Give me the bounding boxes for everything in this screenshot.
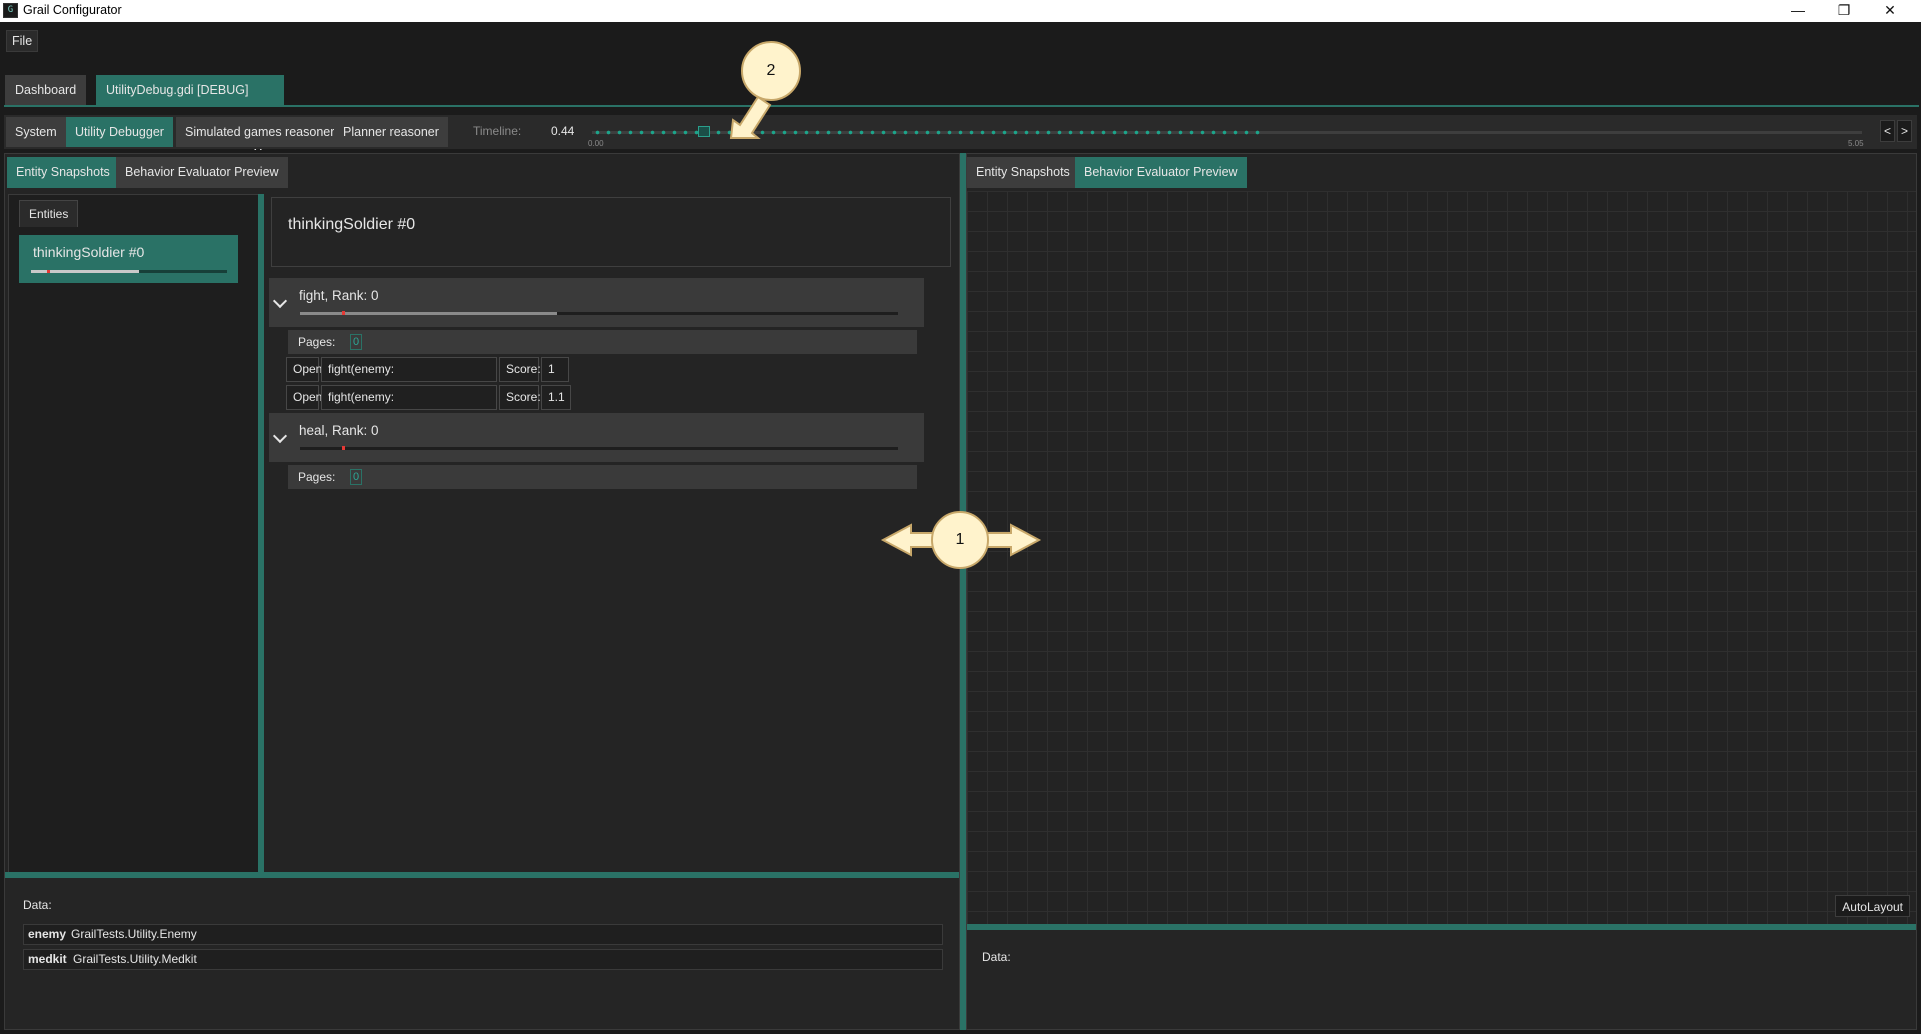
data-panel-left: Data: enemy GrailTests.Utility.Enemy med… xyxy=(5,872,959,1029)
behavior-score-marker xyxy=(341,311,345,315)
right-pane: Entity Snapshots Behavior Evaluator Prev… xyxy=(966,153,1917,1030)
open-button[interactable]: Open xyxy=(286,385,322,410)
chevron-down-icon[interactable] xyxy=(272,428,288,444)
data-row: enemy GrailTests.Utility.Enemy xyxy=(23,924,943,945)
tab-utility-debugger[interactable]: Utility Debugger xyxy=(66,117,173,147)
timeline-keyframes xyxy=(592,130,1262,135)
pages-label: Pages: xyxy=(298,335,336,349)
timeline-label: Timeline: xyxy=(473,124,522,138)
evaluation-signature: fight(enemy: GrailTests.Utility.Enemy ) xyxy=(321,357,497,399)
pages-bar-fight: Pages: 0 xyxy=(288,330,917,354)
tab-behavior-preview-right[interactable]: Behavior Evaluator Preview xyxy=(1075,157,1247,188)
tab-system[interactable]: System xyxy=(6,117,66,147)
behavior-label: heal, Rank: 0 xyxy=(299,423,379,438)
behavior-score-bar xyxy=(300,446,898,450)
callout-1: 1 xyxy=(931,511,989,569)
behavior-score-marker xyxy=(341,446,345,450)
tab-entities[interactable]: Entities xyxy=(19,200,79,227)
menu-bar: File xyxy=(0,22,1921,60)
timeline-next-button[interactable]: > xyxy=(1897,120,1912,142)
toolbar: System Utility Debugger Simulated games … xyxy=(4,115,1917,149)
pages-label: Pages: xyxy=(298,470,336,484)
close-window-button[interactable]: ✕ xyxy=(1867,0,1913,22)
data-splitter-left[interactable] xyxy=(5,872,959,878)
entity-progress-bar xyxy=(31,270,227,273)
window-title: Grail Configurator xyxy=(23,3,122,17)
data-label: Data: xyxy=(23,898,52,912)
entity-list-item[interactable]: thinkingSoldier #0 xyxy=(19,235,238,283)
tab-utility-debug[interactable]: UtilityDebug.gdi [DEBUG] xyxy=(96,75,285,105)
behavior-score-bar xyxy=(300,311,898,315)
score-label: Score: xyxy=(499,357,541,382)
minimize-button[interactable]: — xyxy=(1775,0,1821,22)
timeline-max: 5.05 xyxy=(1848,139,1864,148)
entity-header: thinkingSoldier #0 xyxy=(271,197,951,267)
data-value: GrailTests.Utility.Medkit xyxy=(73,952,197,966)
chevron-down-icon[interactable] xyxy=(272,293,288,309)
behavior-label: fight, Rank: 0 xyxy=(299,288,379,303)
timeline-prev-button[interactable]: < xyxy=(1880,120,1895,142)
timeline-min: 0.00 xyxy=(588,139,604,148)
restore-button[interactable]: ❐ xyxy=(1821,0,1867,22)
entity-details-title: thinkingSoldier #0 xyxy=(288,216,416,233)
evaluation-signature: fight(enemy: GrailTests.Utility.Enemy ) xyxy=(321,385,497,427)
menu-file[interactable]: File xyxy=(6,30,39,52)
data-key: enemy xyxy=(28,927,67,941)
score-value: 1 xyxy=(541,357,569,382)
autolayout-button[interactable]: AutoLayout xyxy=(1835,895,1910,917)
tab-simulated-games-reasoner[interactable]: Simulated games reasoner xyxy=(176,117,344,147)
tab-entity-snapshots-right[interactable]: Entity Snapshots xyxy=(967,157,1079,188)
data-label: Data: xyxy=(982,950,1011,964)
entity-progress-marker xyxy=(46,270,50,273)
score-label: Score: xyxy=(499,385,541,410)
tab-entity-snapshots-left[interactable]: Entity Snapshots xyxy=(7,157,119,188)
open-button[interactable]: Open xyxy=(286,357,322,382)
tab-utility-debug-label: UtilityDebug.gdi [DEBUG] xyxy=(106,83,249,97)
tab-planner-reasoner[interactable]: Planner reasoner xyxy=(334,117,448,147)
page-button[interactable]: 0 xyxy=(350,334,363,350)
callout-2: 2 xyxy=(741,41,801,101)
doc-tabs-underline xyxy=(4,105,1919,107)
score-value: 1.1 xyxy=(541,385,571,410)
entity-name: thinkingSoldier #0 xyxy=(33,244,145,260)
data-value: GrailTests.Utility.Enemy xyxy=(71,927,197,941)
data-key: medkit xyxy=(28,952,67,966)
timeline-value: 0.44 xyxy=(551,124,575,138)
tab-behavior-preview-left[interactable]: Behavior Evaluator Preview xyxy=(116,157,288,188)
data-panel-right: Data: xyxy=(967,924,1916,1029)
title-bar: G Grail Configurator — ❐ ✕ xyxy=(0,0,1921,22)
document-tabs: Dashboard UtilityDebug.gdi [DEBUG] X xyxy=(0,60,1921,156)
behavior-score-fill xyxy=(300,312,558,315)
behavior-header-heal[interactable]: heal, Rank: 0 xyxy=(269,413,924,462)
timeline-handle[interactable] xyxy=(698,126,710,137)
behavior-graph-canvas[interactable] xyxy=(967,191,1916,924)
page-button[interactable]: 0 xyxy=(350,469,363,485)
pages-bar-heal: Pages: 0 xyxy=(288,465,917,489)
data-row: medkit GrailTests.Utility.Medkit xyxy=(23,949,943,970)
tab-dashboard[interactable]: Dashboard xyxy=(5,75,87,105)
behavior-header-fight[interactable]: fight, Rank: 0 xyxy=(269,278,924,327)
data-splitter-right[interactable] xyxy=(967,924,1916,930)
left-pane: Entity Snapshots Behavior Evaluator Prev… xyxy=(4,153,960,1030)
app-icon: G xyxy=(3,3,18,18)
